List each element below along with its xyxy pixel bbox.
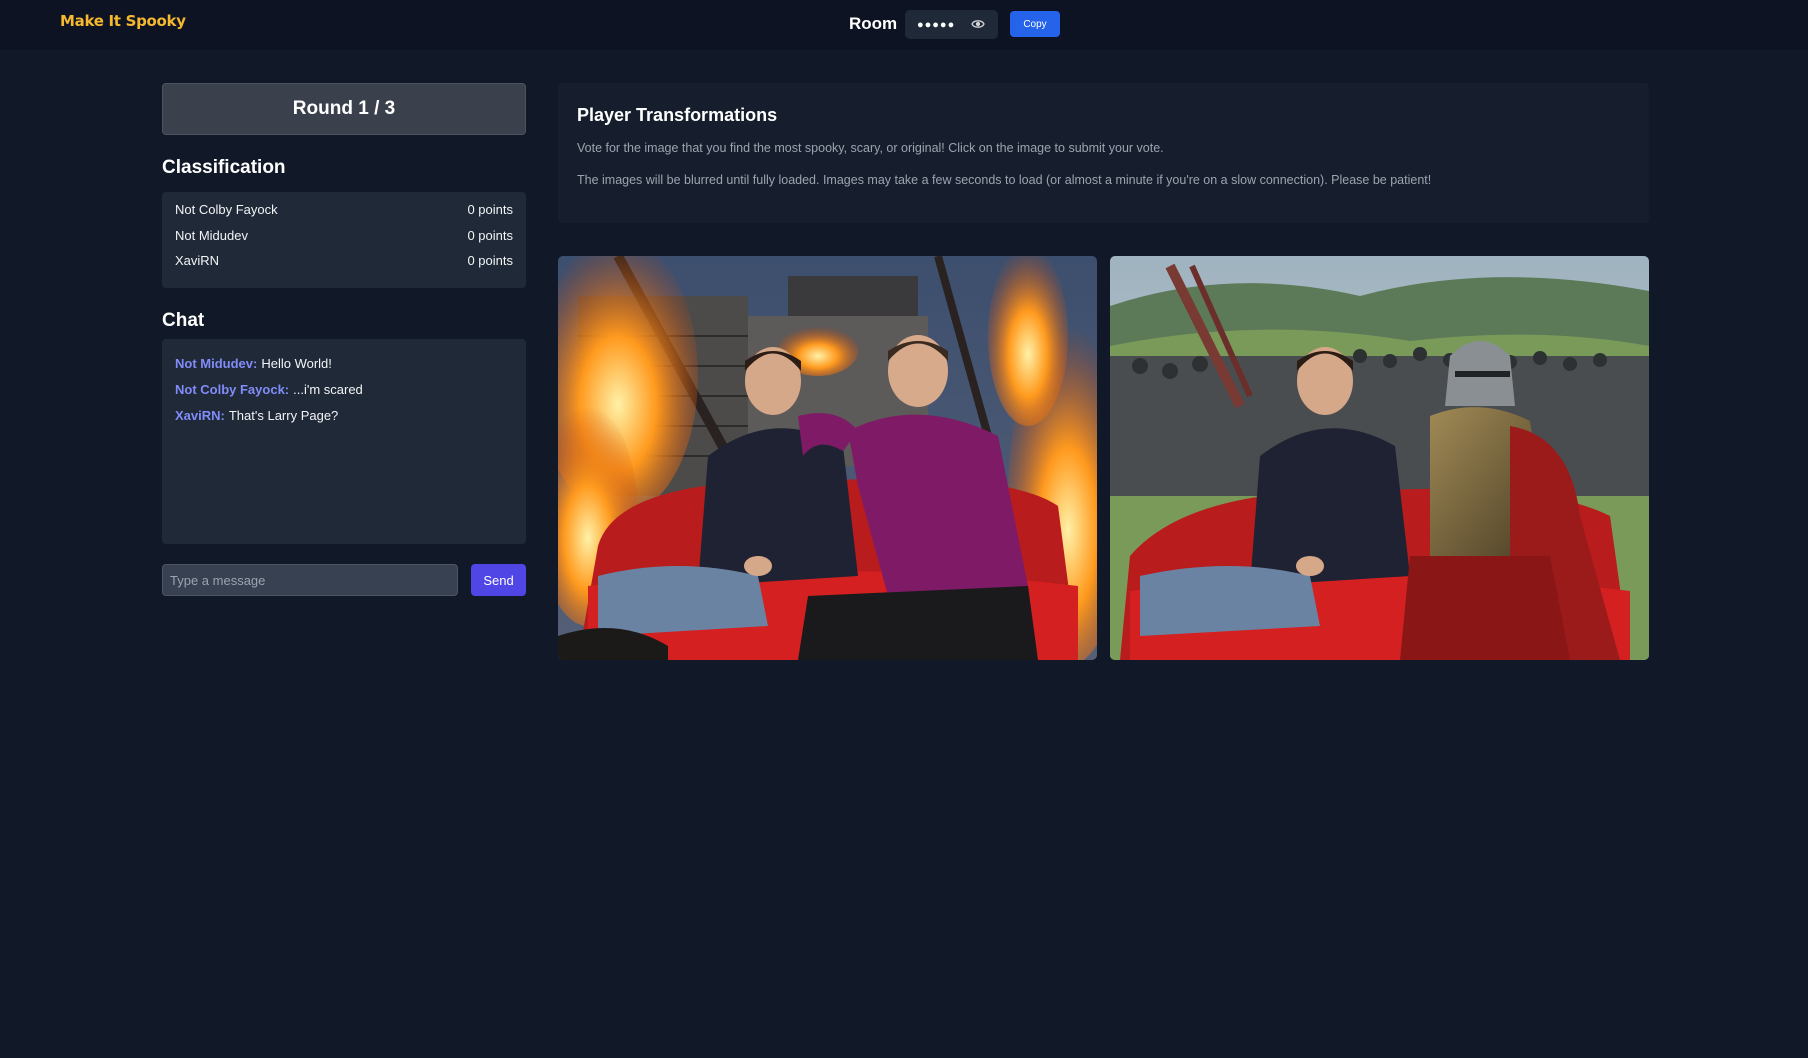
classification-title: Classification [162, 157, 286, 178]
classification-row: Not Midudev 0 points [175, 227, 513, 253]
copy-room-button[interactable]: Copy [1010, 11, 1060, 37]
chat-messages: Not Midudev: Hello World! Not Colby Fayoc… [162, 339, 526, 544]
room-code-masked: ●●●●● [917, 18, 956, 31]
vote-image-2[interactable] [1110, 256, 1649, 660]
classification-row: Not Colby Fayock 0 points [175, 201, 513, 227]
send-button[interactable]: Send [471, 564, 526, 596]
vote-image-1[interactable] [558, 256, 1097, 660]
room-label: Room [849, 14, 898, 33]
transformations-title: Player Transformations [577, 105, 778, 125]
chat-text: ...i'm scared [293, 382, 363, 397]
eye-icon[interactable] [971, 18, 985, 30]
chat-username: Not Midudev: [175, 356, 258, 371]
player-name: XaviRN [175, 253, 220, 268]
player-score: 0 points [467, 227, 513, 243]
knight-army-couch-image [1110, 256, 1649, 660]
app-logo[interactable]: Make It Spooky [60, 12, 186, 30]
vote-instructions: Vote for the image that you find the mos… [577, 141, 1164, 155]
transformations-info-panel: Player Transformations Vote for the imag… [558, 83, 1649, 223]
round-indicator: Round 1 / 3 [162, 83, 526, 135]
chat-message-input[interactable] [162, 564, 458, 596]
loading-notice: The images will be blurred until fully l… [577, 173, 1432, 187]
player-score: 0 points [467, 202, 513, 217]
chat-message: Not Colby Fayock: ...i'm scared [175, 382, 513, 408]
classification-list: Not Colby Fayock 0 points Not Midudev 0 … [162, 192, 526, 288]
player-name: Not Colby Fayock [175, 202, 278, 217]
burning-house-couch-image [558, 256, 1097, 660]
top-bar: Make It Spooky Room ●●●●● Copy [0, 0, 1808, 50]
player-name: Not Midudev [175, 227, 248, 243]
chat-message: XaviRN: That's Larry Page? [175, 408, 513, 434]
classification-row: XaviRN 0 points [175, 252, 513, 278]
chat-text: That's Larry Page? [228, 408, 339, 423]
chat-username: Not Colby Fayock: [175, 382, 290, 397]
player-score: 0 points [467, 253, 513, 268]
room-code-field: ●●●●● [905, 10, 998, 39]
chat-text: Hello World! [261, 356, 332, 371]
chat-username: XaviRN: [175, 408, 225, 423]
chat-message: Not Midudev: Hello World! [175, 356, 513, 382]
chat-title: Chat [162, 310, 205, 331]
